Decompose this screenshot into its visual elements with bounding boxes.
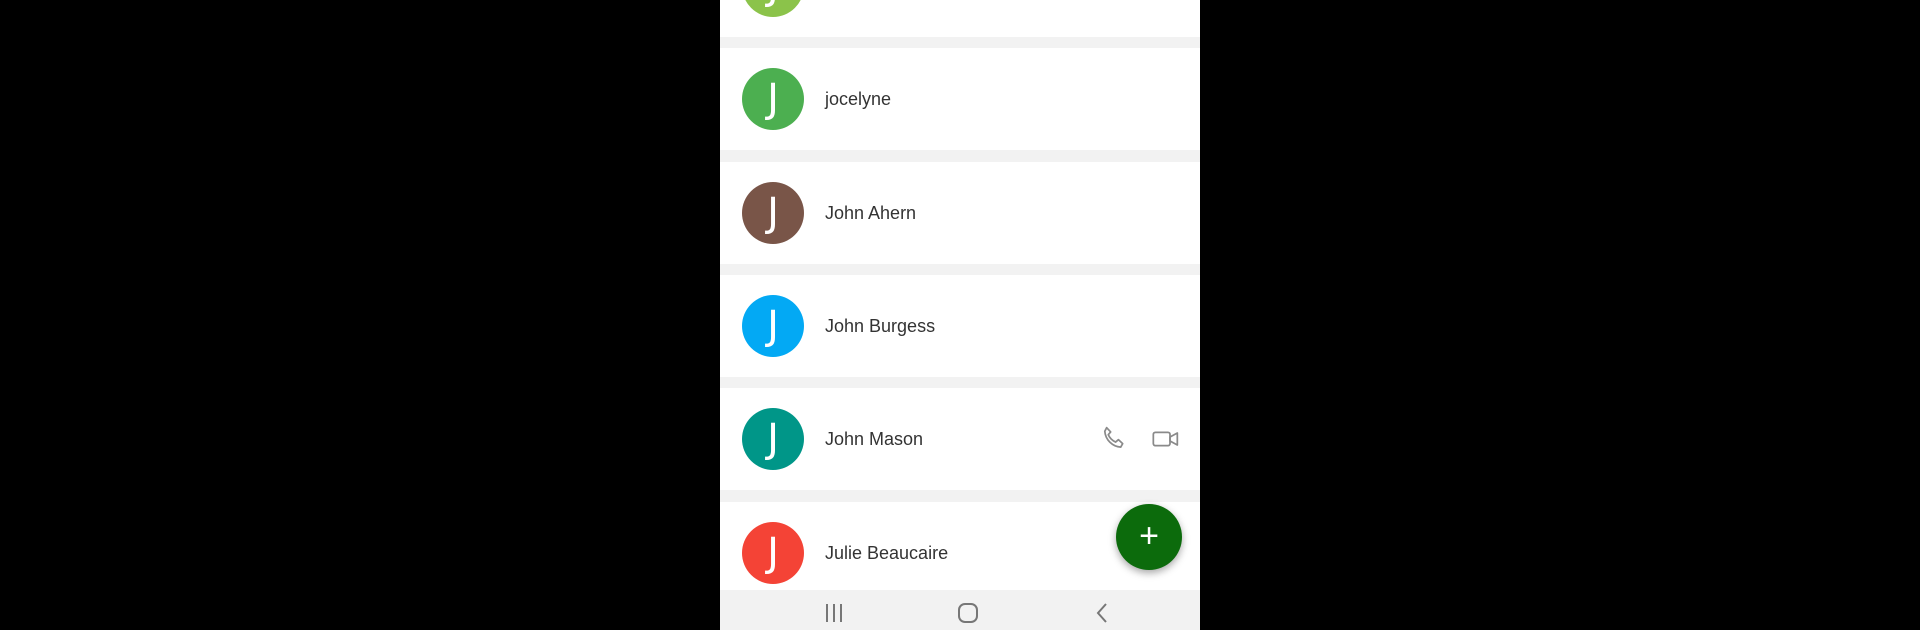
add-contact-button[interactable]: +	[1116, 504, 1182, 570]
recents-icon[interactable]	[814, 596, 854, 626]
contact-avatar: J	[742, 522, 804, 584]
system-nav-bar	[720, 590, 1200, 630]
contact-row[interactable]: J John Mason	[720, 388, 1200, 490]
contact-name: John Burgess	[825, 316, 936, 336]
contact-name: jocelyne	[825, 89, 892, 109]
contact-avatar: J	[742, 408, 804, 470]
contact-avatar: J	[742, 68, 804, 130]
video-camera-icon[interactable]	[1150, 423, 1182, 455]
contact-avatar: J	[742, 295, 804, 357]
back-icon[interactable]	[1082, 596, 1122, 626]
contact-row[interactable]: J John Ahern	[720, 162, 1200, 264]
contact-avatar: J	[742, 0, 804, 17]
phone-screen: J J jocelyne J John Ahern J John Burgess…	[720, 0, 1200, 630]
contact-avatar: J	[742, 182, 804, 244]
contact-name: John Mason	[825, 429, 924, 449]
contact-row[interactable]: J	[720, 0, 1200, 37]
contact-name: John Ahern	[825, 203, 917, 223]
phone-icon[interactable]	[1098, 423, 1130, 455]
home-icon[interactable]	[948, 596, 988, 626]
contact-row[interactable]: J jocelyne	[720, 48, 1200, 150]
contact-row[interactable]: J John Burgess	[720, 275, 1200, 377]
contact-name: Julie Beaucaire	[825, 543, 949, 563]
